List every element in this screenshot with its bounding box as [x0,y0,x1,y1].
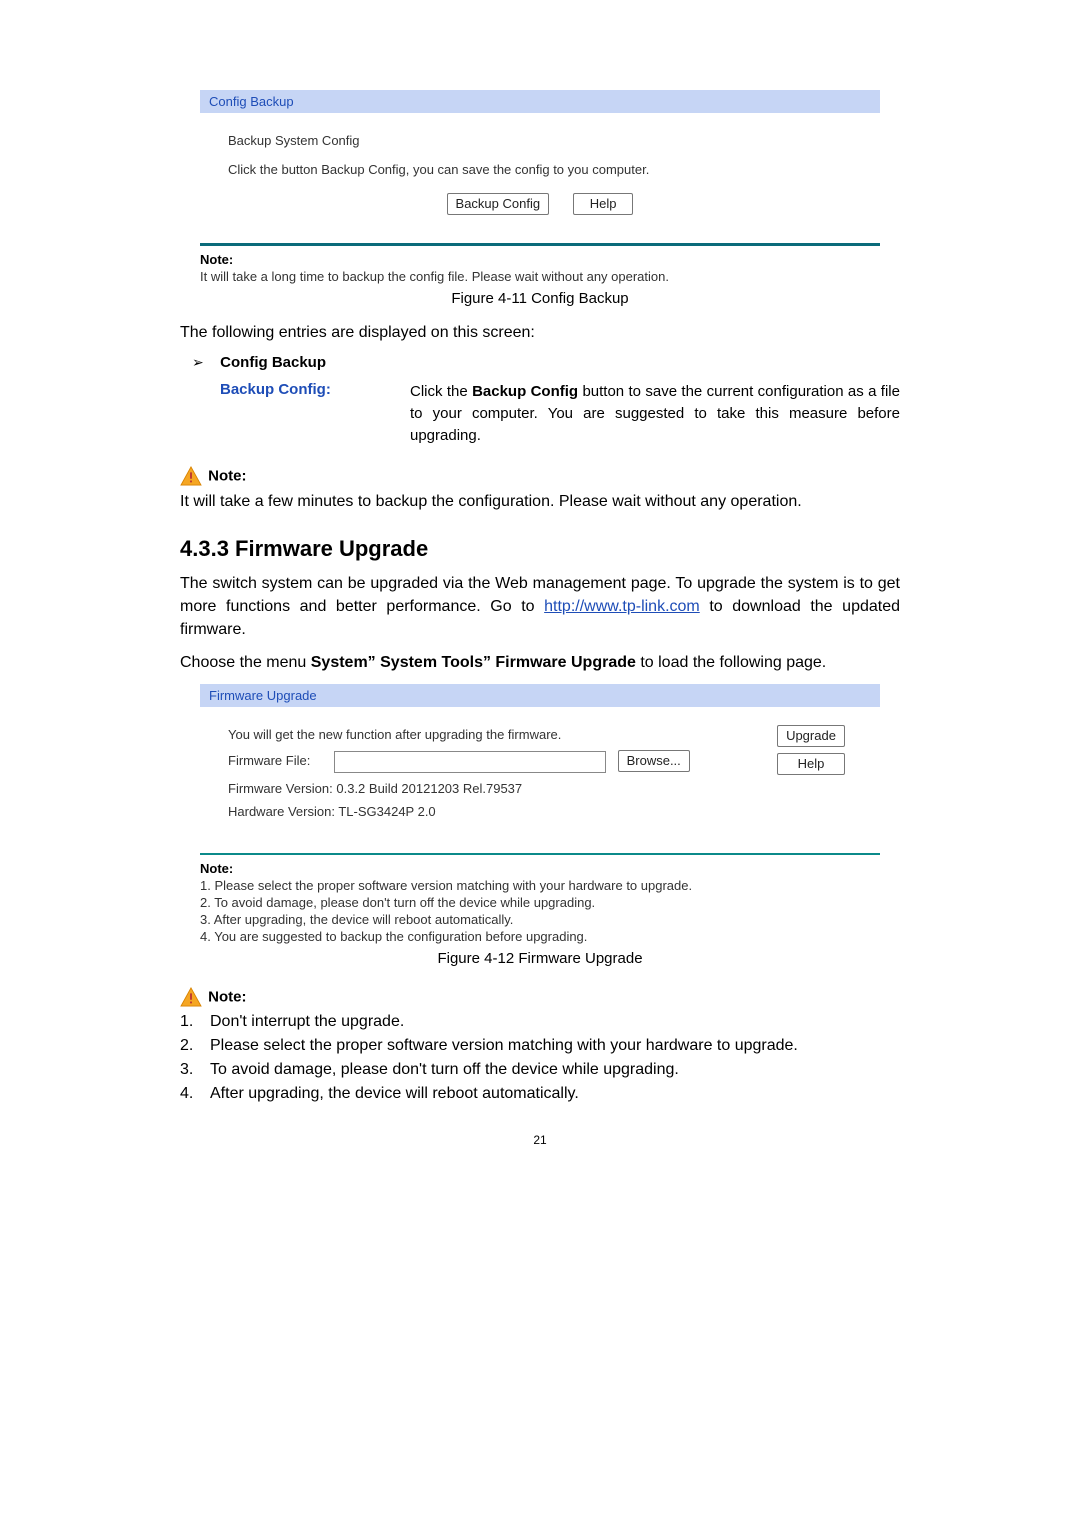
list-number: 4. [180,1085,210,1103]
firmware-file-input[interactable] [334,751,606,773]
firmware-info-line: You will get the new function after upgr… [228,727,756,742]
firmware-help-button[interactable]: Help [777,753,845,775]
divider [200,853,880,855]
config-backup-screenshot: Config Backup Backup System Config Click… [200,90,880,284]
note-block-3: Note: [180,987,900,1007]
list-number: 2. [180,1037,210,1055]
bullet-arrow-icon: ➢ [192,354,216,371]
note-text: It will take a long time to backup the c… [200,269,880,284]
help-button[interactable]: Help [573,193,634,215]
page-number: 21 [180,1133,900,1147]
note-text-2: It will take a few minutes to backup the… [180,490,900,513]
warning-icon [180,987,202,1007]
firmware-note-3: 3. After upgrading, the device will rebo… [200,912,880,927]
divider [200,243,880,246]
firmware-panel-header: Firmware Upgrade [200,684,880,707]
note-label-3: Note: [208,988,246,1005]
firmware-upgrade-screenshot: Firmware Upgrade You will get the new fu… [200,684,880,944]
final-notes-list: 1.Don't interrupt the upgrade. 2.Please … [180,1013,900,1103]
tp-link-url[interactable]: http://www.tp-link.com [544,598,700,615]
definition-term-backup-config: Backup Config: [220,381,410,446]
hardware-version-value: TL-SG3424P 2.0 [338,804,435,819]
list-number: 3. [180,1061,210,1079]
firmware-note-4: 4. You are suggested to backup the confi… [200,929,880,944]
note-block-2: Note: [180,466,900,486]
list-item: Please select the proper software versio… [210,1037,798,1055]
note-label-2: Note: [208,468,246,485]
list-number: 1. [180,1013,210,1031]
warning-icon [180,466,202,486]
firmware-version-value: 0.3.2 Build 20121203 Rel.79537 [336,781,522,796]
section-heading-firmware-upgrade: 4.3.3 Firmware Upgrade [180,536,900,562]
upgrade-button[interactable]: Upgrade [777,725,845,747]
list-item: Don't interrupt the upgrade. [210,1013,404,1031]
backup-config-button[interactable]: Backup Config [447,193,550,215]
bullet-label-config-backup: Config Backup [220,354,326,371]
firmware-version-label: Firmware Version: [228,781,333,796]
firmware-paragraph: The switch system can be upgraded via th… [180,572,900,642]
firmware-file-label: Firmware File: [228,753,310,768]
note-label: Note: [200,252,880,267]
list-item: After upgrading, the device will reboot … [210,1085,579,1103]
firmware-note-label: Note: [200,861,880,876]
firmware-note-1: 1. Please select the proper software ver… [200,878,880,893]
definition-desc-backup-config: Click the Backup Config button to save t… [410,381,900,446]
figure-caption-1: Figure 4-11 Config Backup [180,290,900,307]
screen-intro-text: The following entries are displayed on t… [180,321,900,344]
config-backup-panel-header: Config Backup [200,90,880,113]
list-item: To avoid damage, please don't turn off t… [210,1061,679,1079]
backup-description: Click the button Backup Config, you can … [228,162,852,177]
figure-caption-2: Figure 4-12 Firmware Upgrade [180,950,900,967]
browse-button[interactable]: Browse... [618,750,690,772]
firmware-note-2: 2. To avoid damage, please don't turn of… [200,895,880,910]
menu-path-line: Choose the menu System” System Tools” Fi… [180,651,900,674]
backup-subheading: Backup System Config [228,133,852,148]
hardware-version-label: Hardware Version: [228,804,335,819]
